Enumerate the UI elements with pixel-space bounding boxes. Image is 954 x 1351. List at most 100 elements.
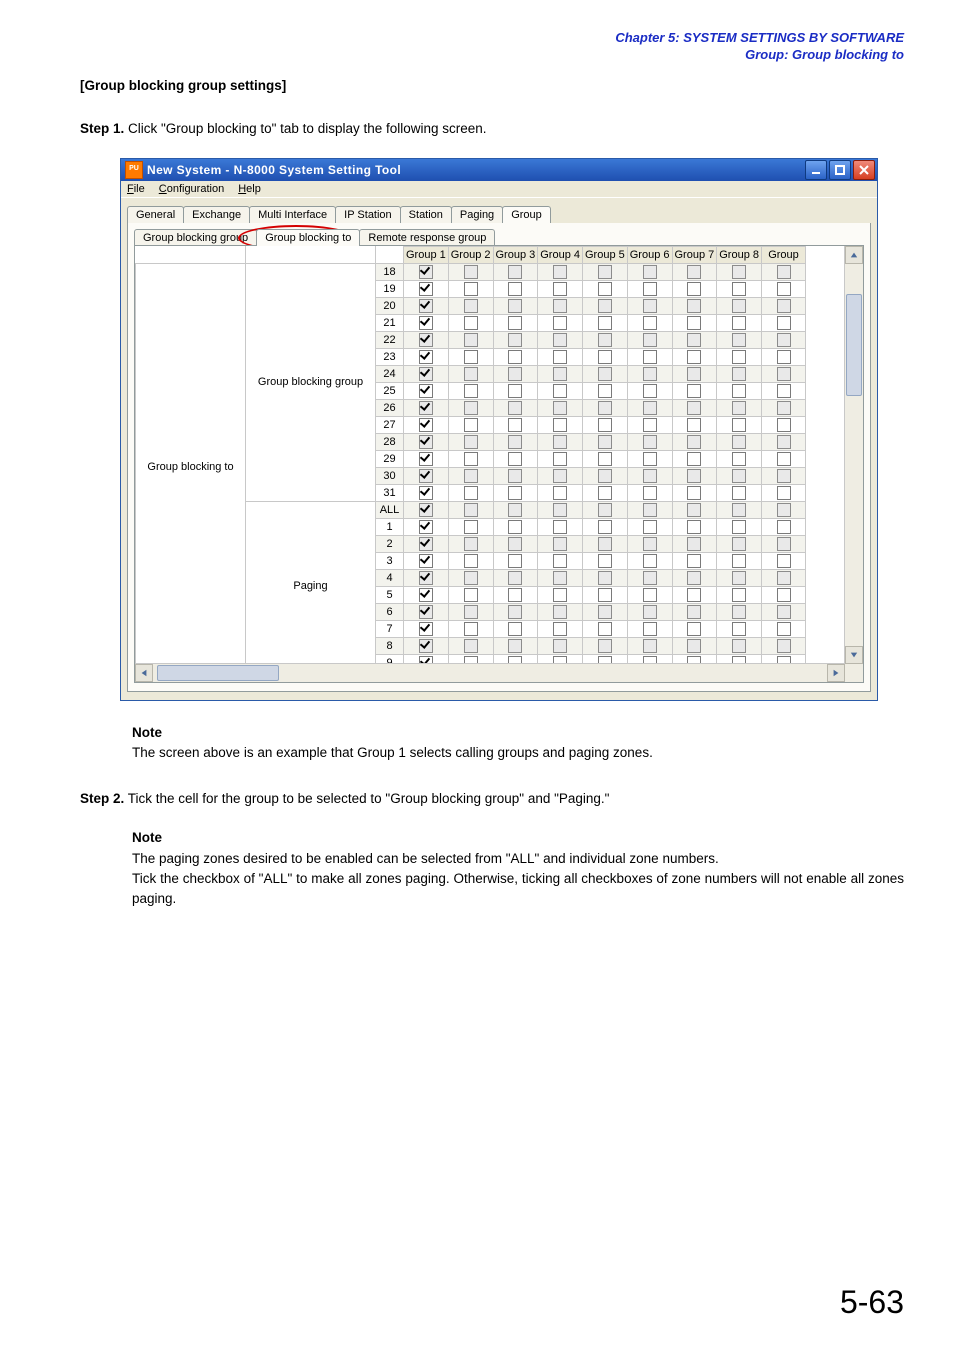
checkbox[interactable]	[464, 486, 478, 500]
checkbox[interactable]	[598, 350, 612, 364]
checkbox[interactable]	[687, 367, 701, 381]
checkbox[interactable]	[687, 384, 701, 398]
checkbox[interactable]	[508, 401, 522, 415]
checkbox[interactable]	[464, 469, 478, 483]
scroll-right-arrow-icon[interactable]	[827, 664, 845, 682]
checkbox[interactable]	[777, 605, 791, 619]
checkbox[interactable]	[687, 350, 701, 364]
checkbox[interactable]	[777, 452, 791, 466]
checkbox[interactable]	[598, 452, 612, 466]
checkbox[interactable]	[553, 469, 567, 483]
checkbox[interactable]	[598, 554, 612, 568]
checkbox[interactable]	[777, 350, 791, 364]
checkbox[interactable]	[643, 503, 657, 517]
checkbox[interactable]	[643, 316, 657, 330]
checkbox[interactable]	[598, 316, 612, 330]
checkbox[interactable]	[643, 435, 657, 449]
scroll-down-arrow-icon[interactable]	[845, 646, 863, 664]
checkbox[interactable]	[598, 537, 612, 551]
checkbox[interactable]	[464, 503, 478, 517]
checkbox[interactable]	[777, 367, 791, 381]
checkbox[interactable]	[598, 486, 612, 500]
checkbox[interactable]	[508, 588, 522, 602]
checkbox[interactable]	[598, 435, 612, 449]
checkbox[interactable]	[553, 435, 567, 449]
horizontal-scrollbar[interactable]	[135, 663, 845, 682]
checkbox[interactable]	[419, 554, 433, 568]
checkbox[interactable]	[464, 435, 478, 449]
checkbox[interactable]	[419, 605, 433, 619]
column-header[interactable]: Group 4	[538, 246, 583, 263]
scroll-left-arrow-icon[interactable]	[135, 664, 153, 682]
checkbox[interactable]	[464, 571, 478, 585]
checkbox[interactable]	[732, 503, 746, 517]
column-header[interactable]: Group	[762, 246, 806, 263]
checkbox[interactable]	[777, 503, 791, 517]
checkbox[interactable]	[598, 265, 612, 279]
checkbox[interactable]	[419, 622, 433, 636]
checkbox[interactable]	[732, 554, 746, 568]
checkbox[interactable]	[732, 571, 746, 585]
checkbox[interactable]	[687, 316, 701, 330]
checkbox[interactable]	[643, 571, 657, 585]
checkbox[interactable]	[508, 384, 522, 398]
checkbox[interactable]	[687, 333, 701, 347]
checkbox[interactable]	[464, 639, 478, 653]
checkbox[interactable]	[777, 333, 791, 347]
checkbox[interactable]	[464, 418, 478, 432]
checkbox[interactable]	[732, 282, 746, 296]
checkbox[interactable]	[687, 401, 701, 415]
checkbox[interactable]	[732, 537, 746, 551]
checkbox[interactable]	[419, 639, 433, 653]
checkbox[interactable]	[643, 350, 657, 364]
maximize-button[interactable]	[829, 160, 851, 180]
checkbox[interactable]	[732, 265, 746, 279]
menu-file[interactable]: File	[127, 183, 145, 195]
checkbox[interactable]	[732, 588, 746, 602]
subtab-group-blocking-to[interactable]: Group blocking to	[256, 229, 360, 246]
checkbox[interactable]	[687, 537, 701, 551]
checkbox[interactable]	[732, 299, 746, 313]
checkbox[interactable]	[508, 571, 522, 585]
checkbox[interactable]	[732, 316, 746, 330]
checkbox[interactable]	[464, 265, 478, 279]
checkbox[interactable]	[777, 418, 791, 432]
checkbox[interactable]	[419, 401, 433, 415]
checkbox[interactable]	[419, 588, 433, 602]
checkbox[interactable]	[464, 282, 478, 296]
tab-general[interactable]: General	[127, 206, 184, 223]
checkbox[interactable]	[553, 452, 567, 466]
column-header[interactable]: Group 8	[717, 246, 762, 263]
checkbox[interactable]	[643, 401, 657, 415]
checkbox[interactable]	[777, 435, 791, 449]
checkbox[interactable]	[687, 282, 701, 296]
checkbox[interactable]	[508, 486, 522, 500]
checkbox[interactable]	[598, 333, 612, 347]
checkbox[interactable]	[598, 588, 612, 602]
checkbox[interactable]	[643, 605, 657, 619]
vertical-scroll-thumb[interactable]	[846, 294, 862, 396]
checkbox[interactable]	[464, 452, 478, 466]
checkbox[interactable]	[777, 520, 791, 534]
checkbox[interactable]	[643, 452, 657, 466]
checkbox[interactable]	[419, 503, 433, 517]
menu-configuration[interactable]: Configuration	[159, 183, 224, 195]
checkbox[interactable]	[732, 520, 746, 534]
checkbox[interactable]	[598, 299, 612, 313]
subtab-group-blocking-group[interactable]: Group blocking group	[134, 229, 257, 246]
checkbox[interactable]	[687, 571, 701, 585]
checkbox[interactable]	[732, 350, 746, 364]
checkbox[interactable]	[464, 333, 478, 347]
checkbox[interactable]	[687, 605, 701, 619]
subtab-remote-response-group[interactable]: Remote response group	[359, 229, 495, 246]
checkbox[interactable]	[598, 639, 612, 653]
checkbox[interactable]	[732, 384, 746, 398]
checkbox[interactable]	[464, 588, 478, 602]
checkbox[interactable]	[464, 316, 478, 330]
checkbox[interactable]	[419, 282, 433, 296]
checkbox[interactable]	[732, 605, 746, 619]
checkbox[interactable]	[419, 469, 433, 483]
checkbox[interactable]	[419, 418, 433, 432]
checkbox[interactable]	[508, 622, 522, 636]
checkbox[interactable]	[598, 282, 612, 296]
